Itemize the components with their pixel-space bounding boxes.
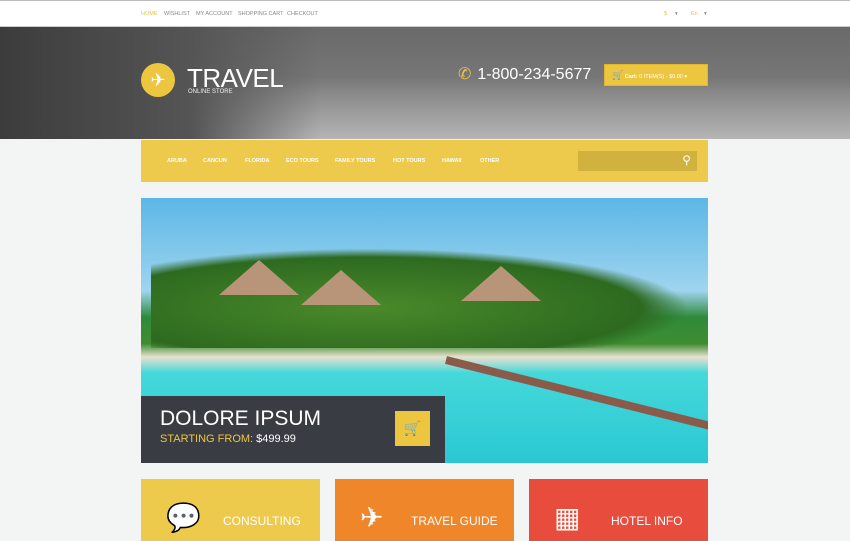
hut-image: [301, 270, 381, 305]
nav-item-aruba[interactable]: ARUBA: [167, 158, 187, 164]
hut-image: [219, 260, 299, 295]
top-link-account[interactable]: MY ACCOUNT: [196, 11, 233, 17]
feature-label: TRAVEL GUIDE: [411, 514, 498, 528]
pier-image: [445, 356, 708, 432]
banner-title: DOLORE IPSUM: [160, 407, 322, 430]
top-link-home[interactable]: HOME: [141, 11, 158, 17]
nav-item-hot-tours[interactable]: HOT TOURS: [393, 158, 425, 164]
cart-label: Cart:: [624, 74, 638, 80]
chevron-down-icon: ▾: [684, 74, 688, 80]
cart-button[interactable]: 🛒 Cart: 0 ITEM(S) - $0.00 ▾: [604, 64, 708, 86]
header: [0, 27, 850, 139]
nav-item-eco-tours[interactable]: ECO TOURS: [286, 158, 319, 164]
feature-label: CONSULTING: [223, 514, 301, 528]
search-icon[interactable]: ⚲: [682, 153, 691, 167]
top-bar: HOME WISHLIST MY ACCOUNT SHOPPING CART C…: [0, 0, 850, 27]
nav-item-family-tours[interactable]: FAMILY TOURS: [335, 158, 375, 164]
phone-icon: ✆: [458, 66, 472, 83]
top-link-checkout[interactable]: CHECKOUT: [287, 11, 318, 17]
top-link-wishlist[interactable]: WISHLIST: [164, 11, 190, 17]
cart-icon: 🛒: [403, 420, 422, 436]
logo-subtitle: ONLINE STORE: [188, 89, 233, 95]
cart-icon: 🛒: [612, 70, 624, 80]
hut-image: [461, 266, 541, 301]
nav-item-florida[interactable]: FLORIDA: [245, 158, 269, 164]
add-to-cart-button[interactable]: 🛒: [395, 411, 430, 446]
airplane-icon: ✈: [360, 502, 384, 533]
language-chevron-icon[interactable]: ▾: [704, 11, 707, 17]
nav-item-hawaii[interactable]: HAWAII: [442, 158, 462, 164]
feature-hotel-info[interactable]: ▦ HOTEL INFO: [529, 479, 708, 541]
price-value: $499.99: [256, 433, 296, 445]
hero-banner[interactable]: DOLORE IPSUM STARTING FROM: $499.99 🛒: [141, 198, 708, 463]
main-nav: ARUBA CANCUN FLORIDA ECO TOURS FAMILY TO…: [141, 140, 708, 182]
search-input[interactable]: ⚲: [578, 151, 697, 171]
starting-label: STARTING FROM:: [160, 433, 254, 445]
phone: ✆ 1-800-234-5677: [458, 64, 591, 84]
chat-icon: 💬: [166, 502, 201, 533]
phone-number: 1-800-234-5677: [477, 66, 592, 83]
currency-select[interactable]: $: [664, 11, 667, 17]
currency-chevron-icon[interactable]: ▾: [675, 11, 678, 17]
feature-label: HOTEL INFO: [611, 514, 683, 528]
nav-item-cancun[interactable]: CANCUN: [203, 158, 227, 164]
nav-item-other[interactable]: OTHER: [480, 158, 499, 164]
airplane-logo-icon[interactable]: ✈: [141, 63, 175, 97]
cart-value: 0 ITEM(S) - $0.00: [639, 74, 683, 80]
feature-consulting[interactable]: 💬 CONSULTING: [141, 479, 320, 541]
top-link-cart[interactable]: SHOPPING CART: [238, 11, 283, 17]
banner-caption: DOLORE IPSUM STARTING FROM: $499.99 🛒: [141, 396, 445, 463]
language-select[interactable]: En: [691, 11, 698, 17]
banner-price: STARTING FROM: $499.99: [160, 433, 296, 445]
feature-travel-guide[interactable]: ✈ TRAVEL GUIDE: [335, 479, 514, 541]
building-icon: ▦: [554, 502, 581, 533]
